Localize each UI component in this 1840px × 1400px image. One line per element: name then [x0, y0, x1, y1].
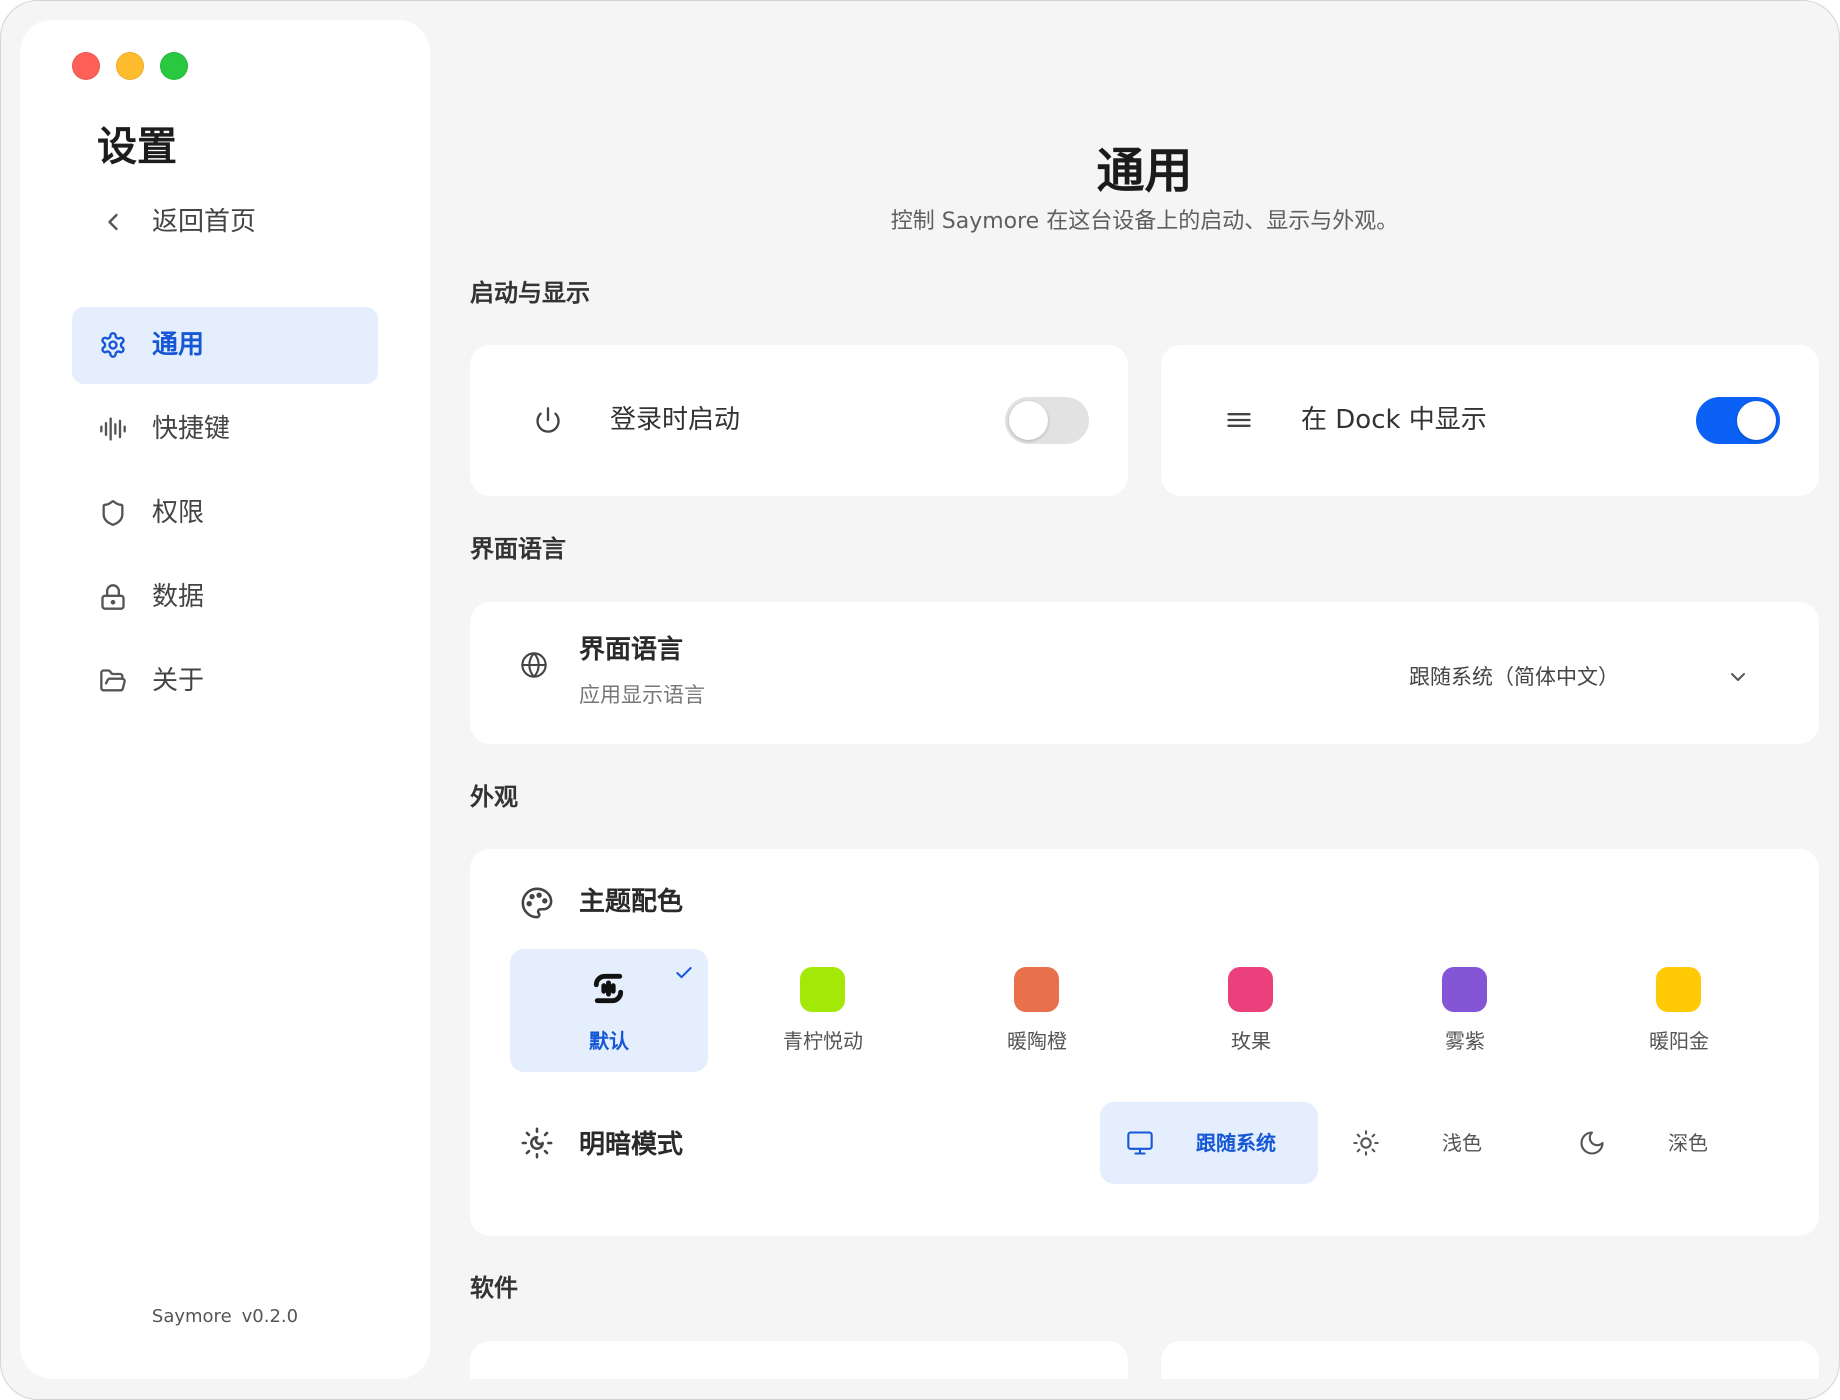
- settings-page: 通用 控制 Saymore 在这台设备上的启动、显示与外观。 启动与显示 登录时…: [470, 1, 1819, 1379]
- theme-option-label: 青柠悦动: [783, 1029, 863, 1053]
- sidebar-item-about[interactable]: 关于: [72, 643, 378, 720]
- language-card: 界面语言 应用显示语言 跟随系统（简体中文）: [470, 602, 1819, 744]
- sidebar-item-label: 快捷键: [152, 414, 231, 444]
- version-number: v0.2.0: [241, 1306, 299, 1327]
- sidebar-item-label: 关于: [152, 666, 205, 696]
- sidebar-item-data[interactable]: 数据: [72, 559, 378, 636]
- section-label-appearance: 外观: [470, 783, 518, 811]
- monitor-icon: [1126, 1129, 1154, 1157]
- show-in-dock-toggle[interactable]: [1696, 397, 1780, 444]
- check-icon: [674, 963, 694, 983]
- sun-moon-icon: [520, 1126, 554, 1160]
- sun-icon: [1352, 1129, 1380, 1157]
- back-to-home-label: 返回首页: [152, 207, 257, 237]
- settings-window: 设置 返回首页 通用 快捷键 权限 数据 关于 Saymore v0.2.0 通…: [0, 0, 1840, 1400]
- page-title: 通用: [1096, 143, 1193, 199]
- theme-option-label: 玫果: [1231, 1029, 1271, 1053]
- theme-option-label: 雾紫: [1445, 1029, 1485, 1053]
- mode-option-label: 浅色: [1442, 1131, 1482, 1155]
- window-minimize-button[interactable]: [116, 52, 144, 80]
- power-icon: [534, 406, 562, 434]
- window-close-button[interactable]: [72, 52, 100, 80]
- app-name: Saymore: [151, 1306, 232, 1327]
- sidebar-item-label: 通用: [152, 330, 205, 360]
- saymore-logo-icon: [586, 966, 631, 1011]
- color-swatch: [800, 967, 845, 1012]
- sidebar: 设置 返回首页 通用 快捷键 权限 数据 关于 Saymore v0.2.0: [20, 20, 430, 1379]
- theme-option-label: 暖陶橙: [1007, 1029, 1067, 1053]
- gear-icon: [99, 331, 127, 359]
- window-zoom-button[interactable]: [160, 52, 188, 80]
- show-in-dock-label: 在 Dock 中显示: [1301, 405, 1487, 435]
- sidebar-title: 设置: [97, 124, 177, 170]
- section-label-language: 界面语言: [470, 535, 566, 563]
- theme-option-default[interactable]: 默认: [510, 949, 708, 1072]
- appearance-card: 主题配色 默认 青柠悦动 暖陶橙 玫果 雾紫 暖阳金 明暗模式 跟随系统 浅色 …: [470, 849, 1819, 1236]
- back-to-home-link[interactable]: 返回首页: [72, 186, 378, 258]
- settings-content[interactable]: 通用 控制 Saymore 在这台设备上的启动、显示与外观。 启动与显示 登录时…: [430, 1, 1839, 1379]
- sidebar-item-label: 数据: [152, 582, 205, 612]
- mode-option-system[interactable]: 跟随系统: [1100, 1102, 1318, 1184]
- theme-option-lime[interactable]: 青柠悦动: [724, 949, 922, 1072]
- shield-icon: [99, 499, 127, 527]
- globe-icon: [520, 651, 548, 679]
- sidebar-item-general[interactable]: 通用: [72, 307, 378, 384]
- theme-option-label: 暖阳金: [1649, 1029, 1709, 1053]
- section-label-software: 软件: [470, 1274, 518, 1302]
- lock-icon: [99, 583, 127, 611]
- language-description: 应用显示语言: [579, 683, 705, 707]
- color-swatch: [1442, 967, 1487, 1012]
- theme-option-gold[interactable]: 暖阳金: [1580, 949, 1778, 1072]
- moon-icon: [1578, 1129, 1606, 1157]
- color-mode-title: 明暗模式: [579, 1130, 684, 1160]
- toggle-knob: [1737, 401, 1776, 440]
- software-card: [470, 1341, 1128, 1379]
- sidebar-item-label: 权限: [152, 498, 205, 528]
- palette-icon: [520, 886, 554, 920]
- sidebar-item-shortcuts[interactable]: 快捷键: [72, 391, 378, 468]
- color-swatch: [1014, 967, 1059, 1012]
- mode-option-light[interactable]: 浅色: [1326, 1102, 1544, 1184]
- page-subtitle: 控制 Saymore 在这台设备上的启动、显示与外观。: [890, 209, 1399, 234]
- show-in-dock-card: 在 Dock 中显示: [1161, 345, 1819, 496]
- toggle-knob: [1009, 401, 1048, 440]
- sidebar-item-permissions[interactable]: 权限: [72, 475, 378, 552]
- app-version: Saymore v0.2.0: [20, 1304, 430, 1330]
- folder-open-icon: [99, 667, 127, 695]
- chevron-down-icon: [1726, 665, 1750, 689]
- color-swatch: [1656, 967, 1701, 1012]
- chevron-left-icon: [99, 208, 127, 236]
- language-title: 界面语言: [579, 635, 684, 665]
- launch-at-login-toggle[interactable]: [1005, 397, 1089, 444]
- theme-title: 主题配色: [579, 887, 684, 917]
- color-swatch: [1228, 967, 1273, 1012]
- launch-at-login-label: 登录时启动: [610, 405, 741, 435]
- theme-option-purple[interactable]: 雾紫: [1366, 949, 1564, 1072]
- mode-option-label: 跟随系统: [1196, 1131, 1276, 1155]
- theme-option-label: 默认: [589, 1029, 629, 1053]
- mode-option-label: 深色: [1668, 1131, 1708, 1155]
- section-label-startup: 启动与显示: [470, 279, 590, 307]
- language-select[interactable]: 跟随系统（简体中文）: [1390, 642, 1770, 712]
- theme-option-rose[interactable]: 玫果: [1152, 949, 1350, 1072]
- launch-at-login-card: 登录时启动: [470, 345, 1128, 496]
- software-card: [1161, 1341, 1819, 1379]
- language-selected-value: 跟随系统（简体中文）: [1409, 665, 1619, 689]
- theme-option-terracotta[interactable]: 暖陶橙: [938, 949, 1136, 1072]
- mode-option-dark[interactable]: 深色: [1552, 1102, 1770, 1184]
- menu-icon: [1225, 406, 1253, 434]
- waveform-icon: [99, 415, 127, 443]
